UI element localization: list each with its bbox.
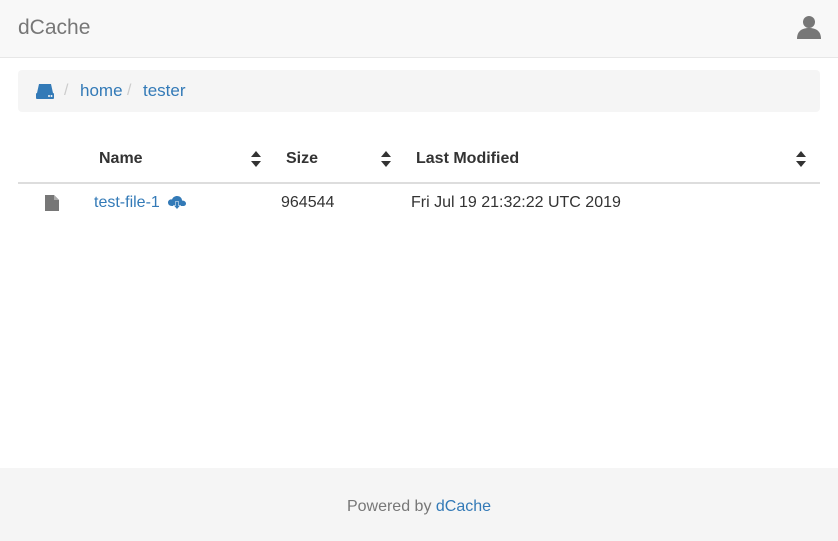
breadcrumb-separator: / xyxy=(64,82,69,99)
footer-prefix: Powered by xyxy=(346,498,436,515)
file-size: 964544 xyxy=(281,194,335,211)
column-header-size[interactable]: Size xyxy=(286,150,318,168)
cloud-download-icon[interactable] xyxy=(168,194,186,212)
file-icon xyxy=(44,194,60,212)
breadcrumb-item-tester[interactable]: tester xyxy=(143,82,186,100)
sort-icon[interactable] xyxy=(380,150,392,168)
table-header: Name Size Last Modified xyxy=(18,138,820,184)
column-header-name[interactable]: Name xyxy=(99,150,143,168)
breadcrumb-item-home[interactable]: home xyxy=(80,82,123,100)
file-name-link[interactable]: test-file-1 xyxy=(94,194,160,212)
user-icon[interactable] xyxy=(796,14,822,40)
brand-title[interactable]: dCache xyxy=(18,15,90,41)
column-header-last-modified[interactable]: Last Modified xyxy=(416,150,519,168)
drive-icon[interactable] xyxy=(36,82,54,100)
sort-icon[interactable] xyxy=(795,150,807,168)
footer-text: Powered by dCache xyxy=(0,498,838,516)
table-row: test-file-1 964544 Fri Jul 19 21:32:22 U… xyxy=(18,184,820,222)
navbar: dCache xyxy=(0,0,838,58)
footer: Powered by dCache xyxy=(0,468,838,541)
footer-dcache-link[interactable]: dCache xyxy=(436,498,491,515)
file-last-modified: Fri Jul 19 21:32:22 UTC 2019 xyxy=(411,194,621,211)
sort-icon[interactable] xyxy=(250,150,262,168)
breadcrumb-separator: / xyxy=(127,82,132,99)
breadcrumb: / home / tester xyxy=(18,70,820,112)
